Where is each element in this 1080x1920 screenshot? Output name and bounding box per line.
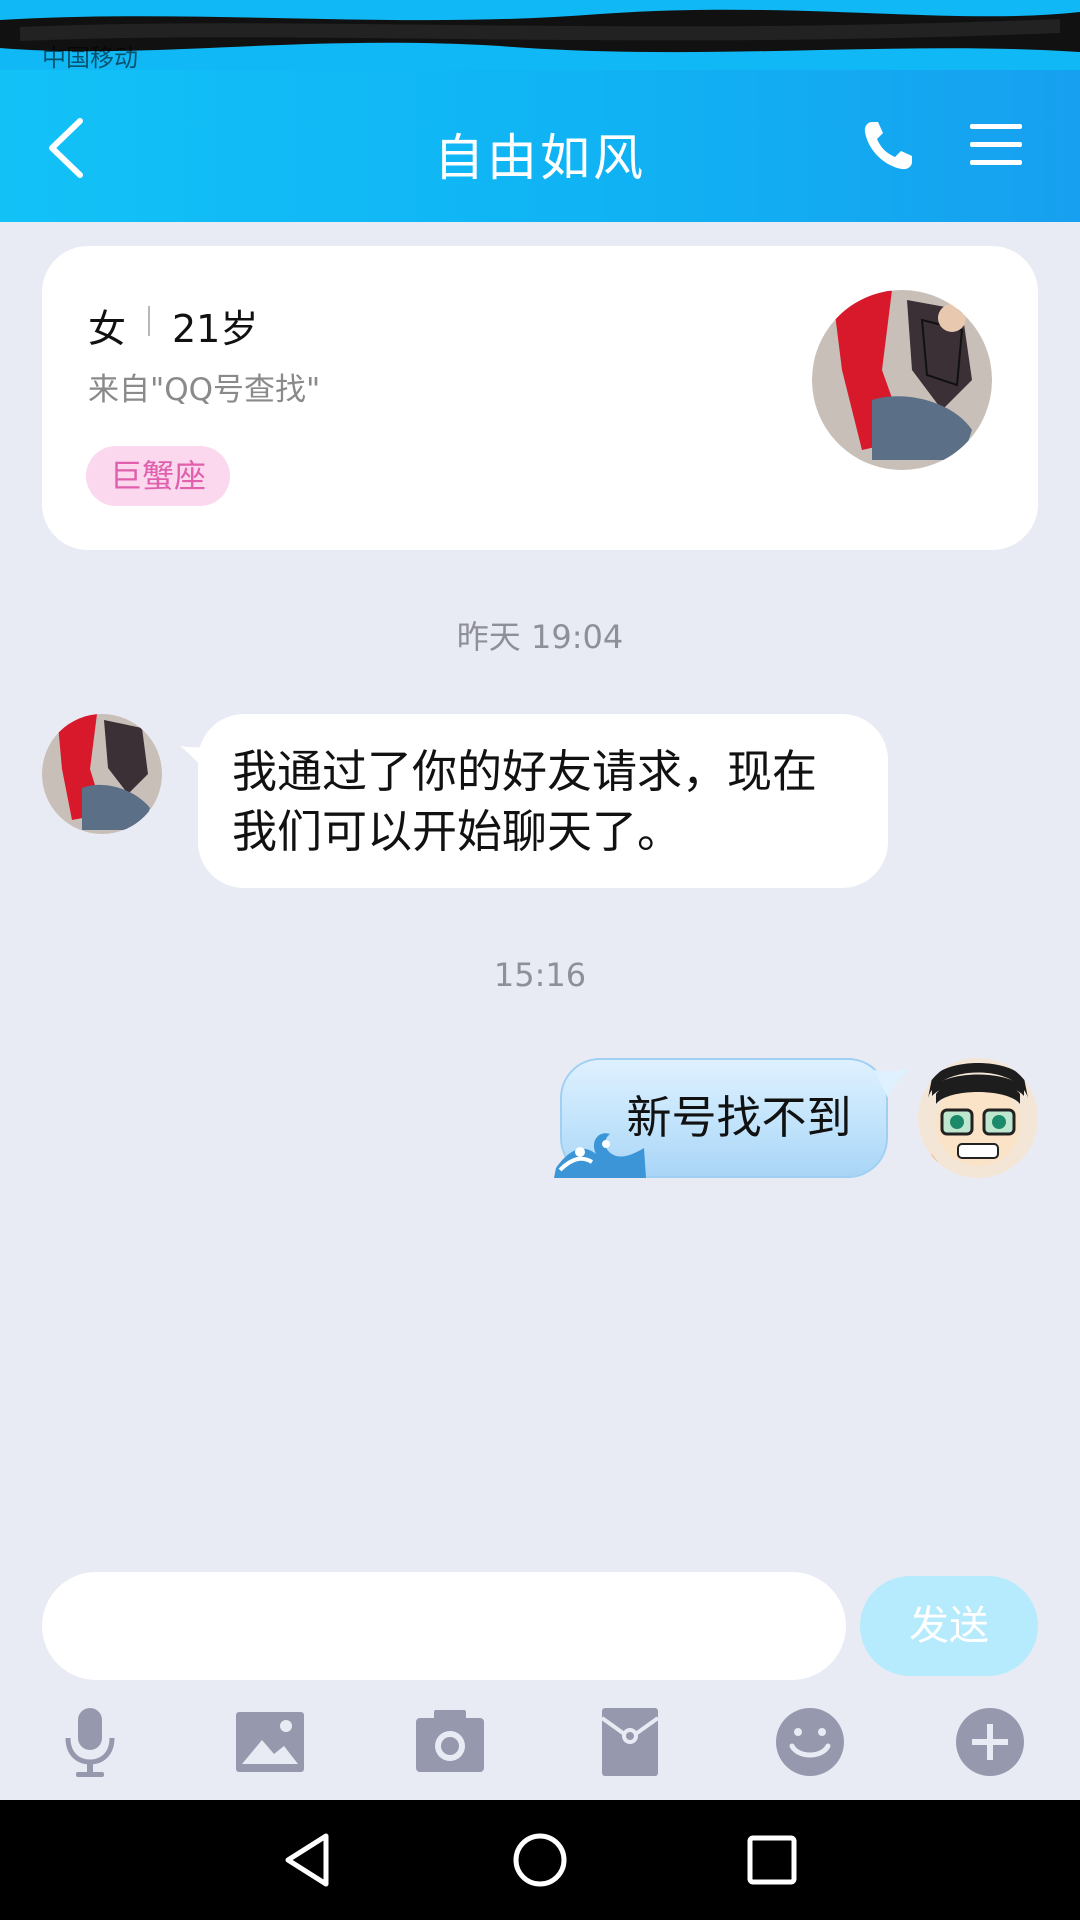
wave-decoration-icon	[554, 1133, 646, 1178]
camera-icon[interactable]	[412, 1704, 488, 1780]
redacted-status-bar	[0, 0, 1080, 70]
user-avatar[interactable]	[918, 1058, 1038, 1178]
red-packet-icon[interactable]	[592, 1704, 668, 1780]
menu-icon[interactable]	[968, 120, 1024, 170]
message-input[interactable]	[42, 1572, 846, 1680]
chat-screen: 中国移动 自由如风 女 21岁 来自"QQ号查找" 巨蟹座 昨天 19:04 我…	[0, 0, 1080, 1920]
carrier-label: 中国移动	[42, 44, 138, 72]
timestamp: 15:16	[493, 956, 587, 994]
profile-age: 21岁	[172, 307, 259, 351]
send-button[interactable]: 发送	[860, 1576, 1038, 1676]
emoji-icon[interactable]	[772, 1704, 848, 1780]
profile-card[interactable]: 女 21岁 来自"QQ号查找" 巨蟹座	[42, 246, 1038, 550]
chat-header: 中国移动 自由如风	[0, 0, 1080, 222]
nav-home-icon[interactable]	[510, 1830, 570, 1890]
incoming-message-bubble[interactable]: 我通过了你的好友请求，现在我们可以开始聊天了。	[198, 714, 888, 888]
nav-back-icon[interactable]	[278, 1830, 338, 1890]
chat-title: 自由如风	[434, 129, 646, 187]
divider	[148, 306, 150, 336]
zodiac-tag: 巨蟹座	[86, 446, 231, 506]
bubble-tail	[874, 1068, 910, 1098]
contact-avatar[interactable]	[42, 714, 162, 834]
timestamp: 昨天 19:04	[456, 618, 624, 656]
profile-source: 来自"QQ号查找"	[88, 372, 321, 408]
profile-gender: 女	[88, 307, 127, 351]
image-icon[interactable]	[232, 1704, 308, 1780]
phone-call-icon[interactable]	[860, 118, 916, 174]
nav-recents-icon[interactable]	[742, 1830, 802, 1890]
system-nav-bar	[0, 1800, 1080, 1920]
microphone-icon[interactable]	[52, 1704, 128, 1780]
plus-icon[interactable]	[952, 1704, 1028, 1780]
contact-avatar-large[interactable]	[812, 290, 992, 470]
